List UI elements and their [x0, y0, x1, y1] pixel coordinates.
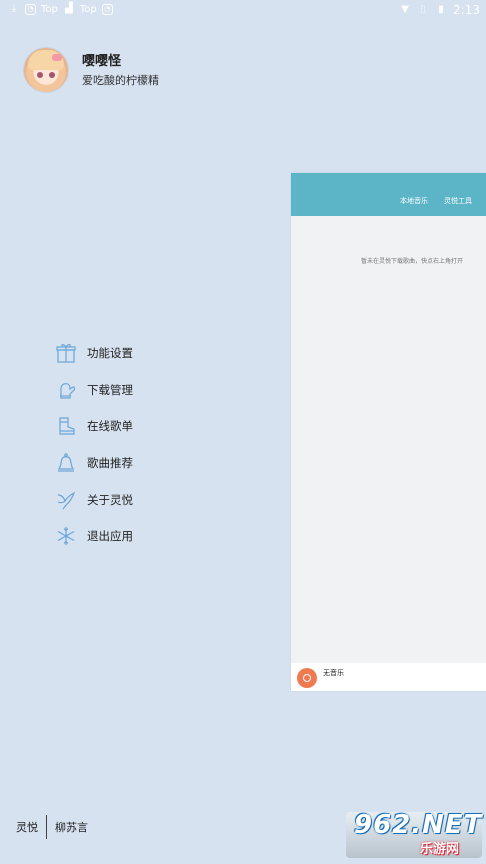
main-content-preview[interactable]: 本地音乐 灵悦工具 暂未在灵悦下载歌曲，快点右上角打开 无音乐 — [291, 173, 486, 691]
mitten-icon — [60, 383, 76, 399]
footer-app-name: 灵悦 — [16, 821, 38, 834]
drawer-menu: 功能设置 下载管理 在线歌单 歌曲推荐 关于灵悦 退出应用 — [55, 335, 255, 555]
mini-player[interactable]: 无音乐 — [291, 663, 486, 691]
footer-author: 柳苏言 — [55, 821, 88, 834]
drawer-footer: 灵悦 柳苏言 — [16, 815, 88, 839]
boot-icon — [59, 417, 75, 436]
status-tag: Top — [79, 3, 97, 15]
snowflake-icon — [57, 527, 75, 546]
avatar-eye — [37, 72, 43, 78]
bell-icon — [57, 453, 75, 472]
tab-tools[interactable]: 灵悦工具 — [444, 196, 472, 206]
status-bar: ⤓ ◔ Top ▟ Top ◔ ▼ ▯ ▮ 2:13 — [0, 0, 486, 22]
app-badge-icon: ◔ — [101, 3, 113, 15]
menu-item-label: 歌曲推荐 — [87, 456, 133, 471]
bird-icon — [57, 491, 76, 510]
menu-item-label: 关于灵悦 — [87, 492, 133, 507]
status-bar-left: ⤓ ◔ Top ▟ Top ◔ — [8, 3, 113, 15]
battery-icon: ▮ — [438, 4, 444, 15]
avatar-bow — [52, 54, 62, 61]
menu-item-settings[interactable]: 功能设置 — [55, 335, 255, 372]
status-tag: Top — [41, 3, 58, 15]
preview-header: 本地音乐 灵悦工具 — [291, 173, 486, 216]
avatar[interactable] — [23, 47, 69, 93]
user-signature: 爱吃酸的柠檬精 — [82, 74, 159, 87]
watermark-logo: 962.NET 乐游网 — [346, 810, 483, 858]
menu-item-playlists[interactable]: 在线歌单 — [55, 408, 255, 445]
wifi-icon: ▼ — [401, 4, 409, 15]
menu-item-label: 退出应用 — [87, 529, 133, 544]
menu-item-about[interactable]: 关于灵悦 — [55, 481, 255, 518]
menu-item-label: 下载管理 — [87, 382, 133, 397]
watermark-subtext: 乐游网 — [420, 842, 460, 857]
bag-icon: ▟ — [65, 3, 73, 14]
empty-message: 暂未在灵悦下载歌曲，快点右上角打开 — [361, 258, 464, 265]
status-time: 2:13 — [453, 3, 480, 17]
download-icon: ⤓ — [11, 3, 17, 14]
user-name: 嘤嘤怪 — [82, 54, 122, 69]
menu-item-recommend[interactable]: 歌曲推荐 — [55, 445, 255, 482]
avatar-eye — [49, 72, 55, 78]
gift-icon — [56, 344, 76, 363]
app-badge-icon: ◔ — [25, 3, 36, 15]
menu-item-downloads[interactable]: 下载管理 — [55, 372, 255, 409]
menu-item-label: 功能设置 — [87, 346, 133, 361]
footer-divider — [46, 815, 47, 839]
sim-icon: ▯ — [420, 4, 426, 15]
status-bar-right: ▼ ▯ ▮ 2:13 — [399, 3, 480, 17]
tab-local-music[interactable]: 本地音乐 — [400, 196, 428, 206]
menu-item-label: 在线歌单 — [87, 419, 133, 434]
menu-item-exit[interactable]: 退出应用 — [55, 518, 255, 555]
watermark-text: 962.NET — [354, 810, 483, 840]
now-playing-title: 无音乐 — [323, 669, 344, 677]
disc-icon — [297, 668, 317, 688]
